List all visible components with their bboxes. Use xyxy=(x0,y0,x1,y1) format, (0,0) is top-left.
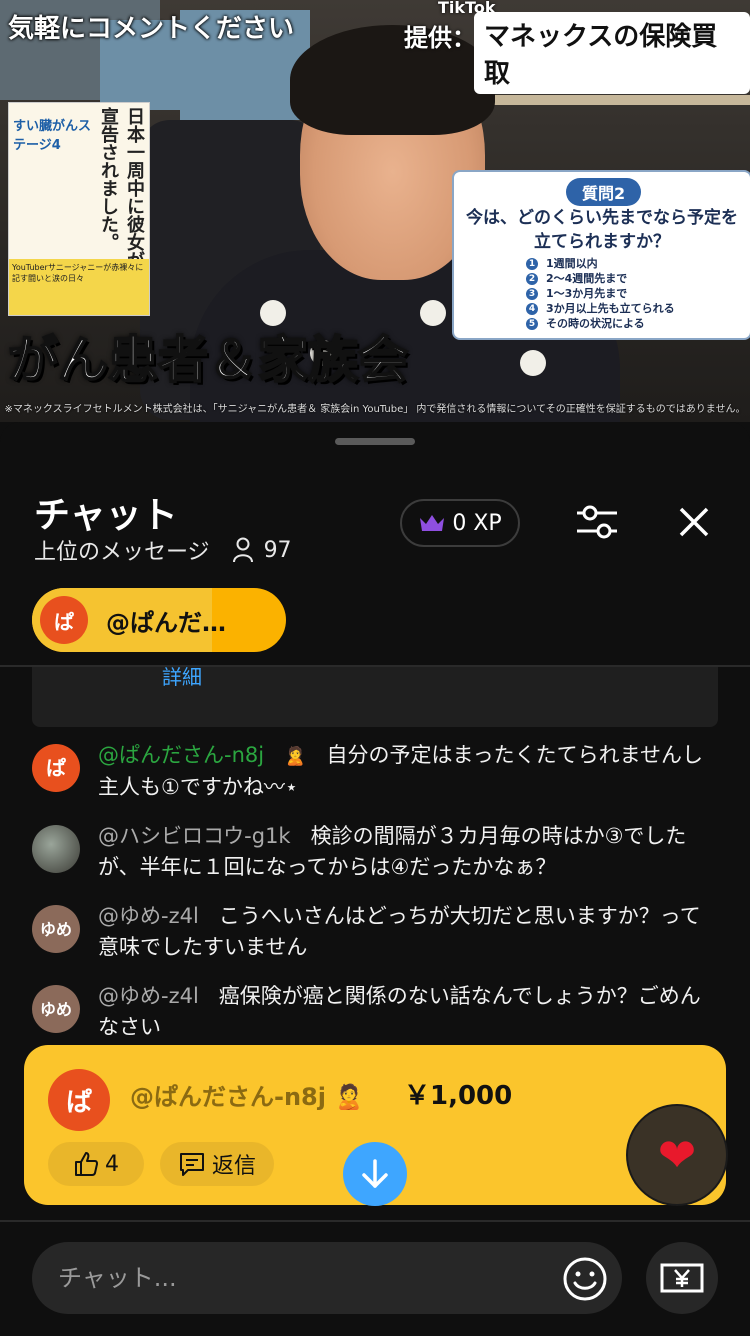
question-option: 4 3か月以上先も立てられる xyxy=(526,301,675,316)
comment-icon xyxy=(179,1153,204,1176)
drag-handle[interactable] xyxy=(335,438,415,445)
question-option: 3 1〜3か月先まで xyxy=(526,286,675,301)
disclaimer-text: ※マネックスライフセトルメント株式会社は、「サニジャニがん患者＆ 家族会in Y… xyxy=(4,404,746,415)
heart-reaction-button[interactable]: ❤ xyxy=(628,1106,726,1204)
question-option: 5 その時の状況による xyxy=(526,316,675,331)
chat-message[interactable]: ゆめ @ゆめ-z4l こうへいさんはどっちが大切だと思いますか？って意味でしたすい… xyxy=(0,901,750,963)
pinned-author: @ぱんだ… xyxy=(106,608,226,637)
person-icon xyxy=(232,537,253,563)
scroll-to-bottom-button[interactable] xyxy=(343,1142,407,1206)
shirt-pattern xyxy=(520,350,546,376)
question-text: 今は、どのくらい先までなら予定を立てられますか？ xyxy=(466,208,738,252)
question-option: 1 1週間以内 xyxy=(526,256,675,271)
question-option: 2 2〜4週間先まで xyxy=(526,271,675,286)
like-button[interactable]: 4 xyxy=(48,1142,144,1186)
message-author[interactable]: @ゆめ-z4l xyxy=(98,984,199,1008)
arrow-down-icon xyxy=(362,1159,388,1188)
question-label: 質問2 xyxy=(566,178,642,206)
shelf xyxy=(470,95,750,105)
reply-button[interactable]: 返信 xyxy=(160,1142,274,1186)
avatar[interactable]: ぱ xyxy=(32,744,80,792)
message-list: ぱ @ぱんださん-n8j 🙎 自分の予定はまったくたてられませんし主人も①ですかね〰… xyxy=(0,740,750,1061)
pinned-super-chat-chip[interactable]: ぱ @ぱんだ… xyxy=(32,588,286,652)
emoji-icon[interactable] xyxy=(562,1256,608,1302)
comment-prompt-text: 気軽にコメントください xyxy=(8,14,295,44)
yen-bill-icon xyxy=(660,1263,704,1293)
close-icon[interactable] xyxy=(676,504,712,540)
chat-message[interactable]: @ハシビロコウ-g1k 検診の間隔が３カ月毎の時はか③でしたが、半年に１回になって… xyxy=(0,821,750,883)
avatar[interactable]: ぱ xyxy=(48,1069,110,1131)
reply-label: 返信 xyxy=(211,1154,256,1179)
chat-mode-label: 上位のメッセージ xyxy=(34,540,210,565)
live-video[interactable]: 気軽にコメントください TikTok 提供： マネックスの保険買取 すい臓がんス… xyxy=(0,0,750,422)
face-emoji-icon: 🙎 xyxy=(284,746,307,767)
video-caption: がん患者＆家族会 xyxy=(7,330,409,390)
chat-message[interactable]: ぱ @ぱんださん-n8j 🙎 自分の予定はまったくたてられませんし主人も①ですかね〰… xyxy=(0,740,750,803)
super-chat-author[interactable]: @ぱんださん-n8j 🙎 xyxy=(130,1077,364,1112)
avatar[interactable]: ゆめ xyxy=(32,985,80,1033)
chat-message[interactable]: ゆめ @ゆめ-z4l 癌保険が癌と関係のない話なんでしょうか？ごめんなさい xyxy=(0,981,750,1043)
xp-value: 0 XP xyxy=(452,510,502,536)
avatar[interactable]: ゆめ xyxy=(32,905,80,953)
chat-input[interactable] xyxy=(32,1242,622,1314)
crown-icon xyxy=(420,515,445,531)
face-emoji-icon: 🙎 xyxy=(334,1083,365,1111)
super-chat-amount: ￥1,000 xyxy=(404,1081,513,1111)
book-cover: すい臓がんステージ4 日本一周中に彼女が余命宣告されました。 YouTuberサ… xyxy=(8,102,150,316)
super-chat-button[interactable] xyxy=(646,1242,718,1314)
book-footer: YouTuberサニージャニーが赤裸々に記す闘いと涙の日々 xyxy=(9,259,149,315)
chat-mode-selector[interactable]: 上位のメッセージ 97 xyxy=(34,534,292,566)
details-card: 詳細 xyxy=(32,665,718,727)
thumbs-up-icon xyxy=(75,1152,98,1176)
sponsor-name: マネックスの保険買取 xyxy=(474,12,750,94)
chat-title: チャット xyxy=(34,495,178,536)
question-card: 質問2 今は、どのくらい先までなら予定を立てられますか？ 1 1週間以内 2 2〜4… xyxy=(452,170,750,340)
question-options: 1 1週間以内 2 2〜4週間先まで 3 1〜3か月先まで 4 3か月以上先も立てられる… xyxy=(526,256,675,331)
viewer-count: 97 xyxy=(263,537,292,563)
heart-icon: ❤ xyxy=(657,1128,697,1182)
like-count: 4 xyxy=(105,1151,119,1177)
message-author[interactable]: @ハシビロコウ-g1k xyxy=(98,824,291,848)
chat-panel: チャット 上位のメッセージ 97 0 XP ぱ @ぱんだ… 詳細 ぱ @ぱんださ… xyxy=(0,422,750,1336)
shirt-pattern xyxy=(420,300,446,326)
avatar[interactable] xyxy=(32,825,80,873)
avatar: ぱ xyxy=(40,596,88,644)
message-author[interactable]: @ぱんださん-n8j xyxy=(98,743,264,767)
message-author[interactable]: @ゆめ-z4l xyxy=(98,904,199,928)
sliders-icon[interactable] xyxy=(575,502,619,542)
book-subtitle: すい臓がんステージ4 xyxy=(13,119,92,153)
sponsor-label: 提供： xyxy=(404,24,476,52)
details-link[interactable]: 詳細 xyxy=(162,661,202,690)
chat-input-bar xyxy=(0,1220,750,1336)
xp-button[interactable]: 0 XP xyxy=(400,499,520,547)
